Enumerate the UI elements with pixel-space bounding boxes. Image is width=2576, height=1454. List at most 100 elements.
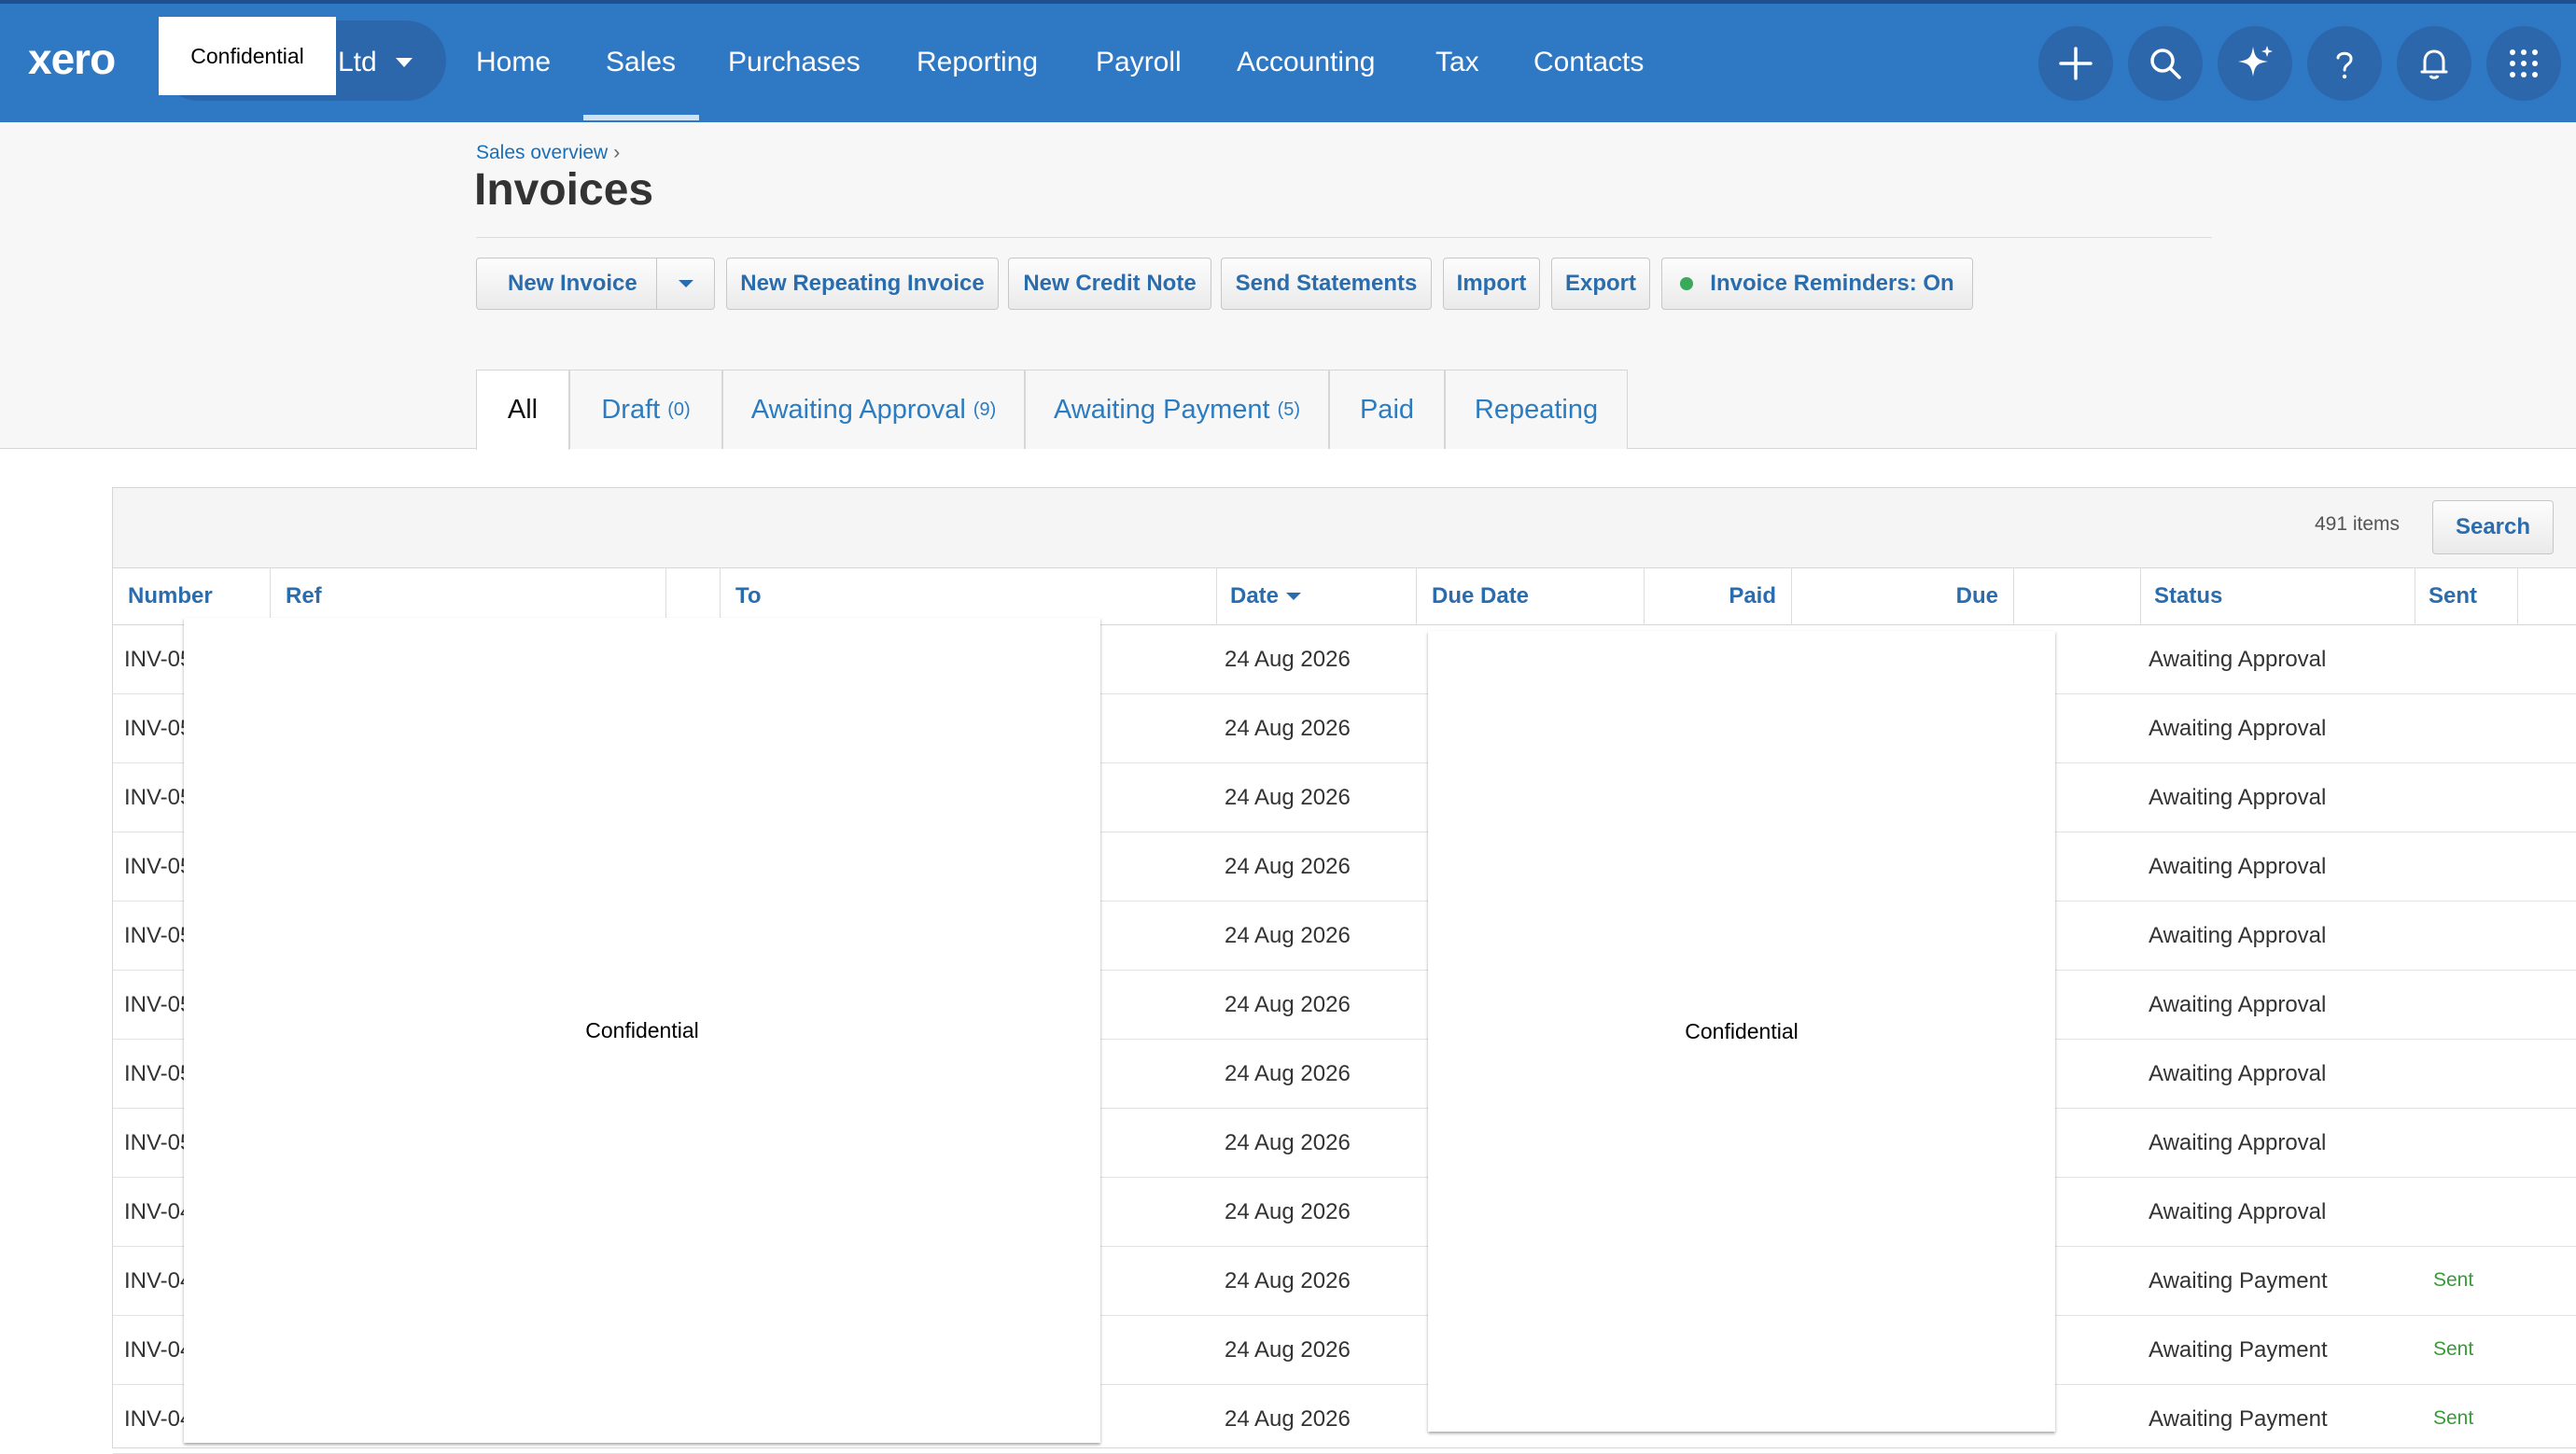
- export-button[interactable]: Export: [1551, 258, 1650, 310]
- invoice-number: INV-05: [124, 923, 193, 948]
- invoice-sent: Sent: [2433, 1407, 2474, 1429]
- column-due-date[interactable]: Due Date: [1416, 567, 1644, 625]
- organisation-name-suffix[interactable]: Ltd: [338, 47, 377, 78]
- invoice-number: INV-05: [124, 785, 193, 810]
- new-invoice-options-button[interactable]: [657, 259, 715, 309]
- invoice-number: INV-04: [124, 1268, 193, 1293]
- xero-logo[interactable]: xero: [28, 34, 116, 84]
- items-count: 491 items: [2315, 513, 2401, 535]
- column-spacer: [2013, 567, 2140, 625]
- column-number[interactable]: Number: [113, 567, 270, 625]
- tab-label: Repeating: [1474, 394, 1599, 425]
- invoice-status: Awaiting Payment: [2149, 1406, 2328, 1432]
- invoice-date: 24 Aug 2026: [1225, 1130, 1351, 1155]
- column-to[interactable]: To: [720, 567, 1216, 625]
- invoice-date: 24 Aug 2026: [1225, 1406, 1351, 1432]
- invoice-date: 24 Aug 2026: [1225, 854, 1351, 879]
- tab-label: Paid: [1359, 394, 1415, 425]
- nav-contacts[interactable]: Contacts: [1533, 47, 1644, 78]
- import-button[interactable]: Import: [1443, 258, 1540, 310]
- new-repeating-invoice-button[interactable]: New Repeating Invoice: [726, 258, 999, 310]
- tab-draft[interactable]: Draft (0): [569, 370, 722, 449]
- status-dot-icon: [1680, 277, 1694, 290]
- invoice-status: Awaiting Approval: [2149, 1061, 2327, 1086]
- nav-purchases[interactable]: Purchases: [728, 47, 861, 78]
- bell-icon[interactable]: [2397, 26, 2471, 101]
- invoice-date: 24 Aug 2026: [1225, 1199, 1351, 1224]
- invoice-status: Awaiting Approval: [2149, 785, 2327, 810]
- breadcrumb: Sales overview ›: [476, 142, 620, 164]
- invoice-date: 24 Aug 2026: [1225, 1268, 1351, 1293]
- help-icon[interactable]: [2307, 26, 2382, 101]
- chevron-down-icon: [679, 280, 693, 287]
- tab-awaiting-approval[interactable]: Awaiting Approval (9): [722, 370, 1025, 449]
- invoice-date: 24 Aug 2026: [1225, 785, 1351, 810]
- invoice-status: Awaiting Approval: [2149, 1130, 2327, 1155]
- invoice-date: 24 Aug 2026: [1225, 923, 1351, 948]
- invoice-date: 24 Aug 2026: [1225, 716, 1351, 741]
- nav-payroll[interactable]: Payroll: [1096, 47, 1182, 78]
- tab-count: (0): [667, 398, 691, 420]
- invoice-number: INV-05: [124, 854, 193, 879]
- invoice-reminders-button[interactable]: Invoice Reminders: On: [1661, 258, 1973, 310]
- column-ref[interactable]: Ref: [270, 567, 665, 625]
- invoice-list-toolbar: [113, 488, 2576, 567]
- column-due[interactable]: Due: [1791, 567, 2013, 625]
- column-paid[interactable]: Paid: [1644, 567, 1791, 625]
- nav-active-indicator: [583, 115, 699, 120]
- page-title: Invoices: [474, 165, 654, 215]
- redaction-right: Confidential: [1428, 631, 2055, 1432]
- nav-reporting[interactable]: Reporting: [917, 47, 1038, 78]
- nav-tax[interactable]: Tax: [1435, 47, 1479, 78]
- invoice-status: Awaiting Approval: [2149, 647, 2327, 672]
- invoice-number: INV-04: [124, 1406, 193, 1432]
- breadcrumb-sales-overview[interactable]: Sales overview: [476, 142, 608, 163]
- invoice-sent: Sent: [2433, 1338, 2474, 1360]
- organisation-name-redaction: Confidential: [159, 17, 336, 95]
- search-button[interactable]: Search: [2432, 500, 2554, 554]
- app-grid-icon[interactable]: [2486, 26, 2561, 101]
- tab-paid[interactable]: Paid: [1329, 370, 1445, 449]
- column-date[interactable]: Date: [1216, 567, 1416, 625]
- tab-label: All: [507, 395, 539, 425]
- sort-descending-icon: [1286, 593, 1302, 600]
- invoice-status: Awaiting Approval: [2149, 716, 2327, 741]
- new-invoice-split-button: New Invoice: [476, 258, 715, 310]
- new-invoice-button[interactable]: New Invoice: [508, 271, 666, 297]
- ai-sparkle-icon[interactable]: [2218, 26, 2292, 101]
- nav-home[interactable]: Home: [476, 47, 551, 78]
- column-spacer: [2517, 567, 2576, 625]
- invoice-status: Awaiting Approval: [2149, 992, 2327, 1017]
- redaction-left: Confidential: [184, 618, 1100, 1443]
- send-statements-button[interactable]: Send Statements: [1221, 258, 1432, 310]
- nav-accounting[interactable]: Accounting: [1237, 47, 1375, 78]
- invoice-status: Awaiting Approval: [2149, 854, 2327, 879]
- column-status[interactable]: Status: [2140, 567, 2415, 625]
- invoice-number: INV-04: [124, 1199, 193, 1224]
- breadcrumb-separator: ›: [613, 142, 621, 163]
- invoice-number: INV-05: [124, 716, 193, 741]
- tab-count: (5): [1277, 398, 1301, 420]
- search-icon[interactable]: [2128, 26, 2203, 101]
- tab-label: Awaiting Payment: [1053, 394, 1270, 425]
- tab-all[interactable]: All: [476, 370, 569, 450]
- tab-count: (9): [973, 398, 997, 420]
- invoice-status: Awaiting Payment: [2149, 1337, 2328, 1363]
- invoice-number: INV-05: [124, 992, 193, 1017]
- tab-awaiting-payment[interactable]: Awaiting Payment (5): [1025, 370, 1329, 449]
- tab-label: Draft: [601, 394, 661, 425]
- chevron-down-icon[interactable]: [396, 58, 413, 67]
- invoice-date: 24 Aug 2026: [1225, 1337, 1351, 1363]
- invoice-status: Awaiting Approval: [2149, 923, 2327, 948]
- invoice-date: 24 Aug 2026: [1225, 647, 1351, 672]
- invoice-number: INV-05: [124, 1130, 193, 1155]
- column-attachment: [665, 567, 720, 625]
- plus-icon[interactable]: [2038, 26, 2113, 101]
- invoice-date: 24 Aug 2026: [1225, 1061, 1351, 1086]
- invoice-number: INV-05: [124, 647, 193, 672]
- invoice-sent: Sent: [2433, 1269, 2474, 1291]
- tab-repeating[interactable]: Repeating: [1445, 370, 1628, 449]
- new-credit-note-button[interactable]: New Credit Note: [1008, 258, 1211, 310]
- nav-sales[interactable]: Sales: [606, 47, 676, 78]
- column-sent[interactable]: Sent: [2415, 567, 2517, 625]
